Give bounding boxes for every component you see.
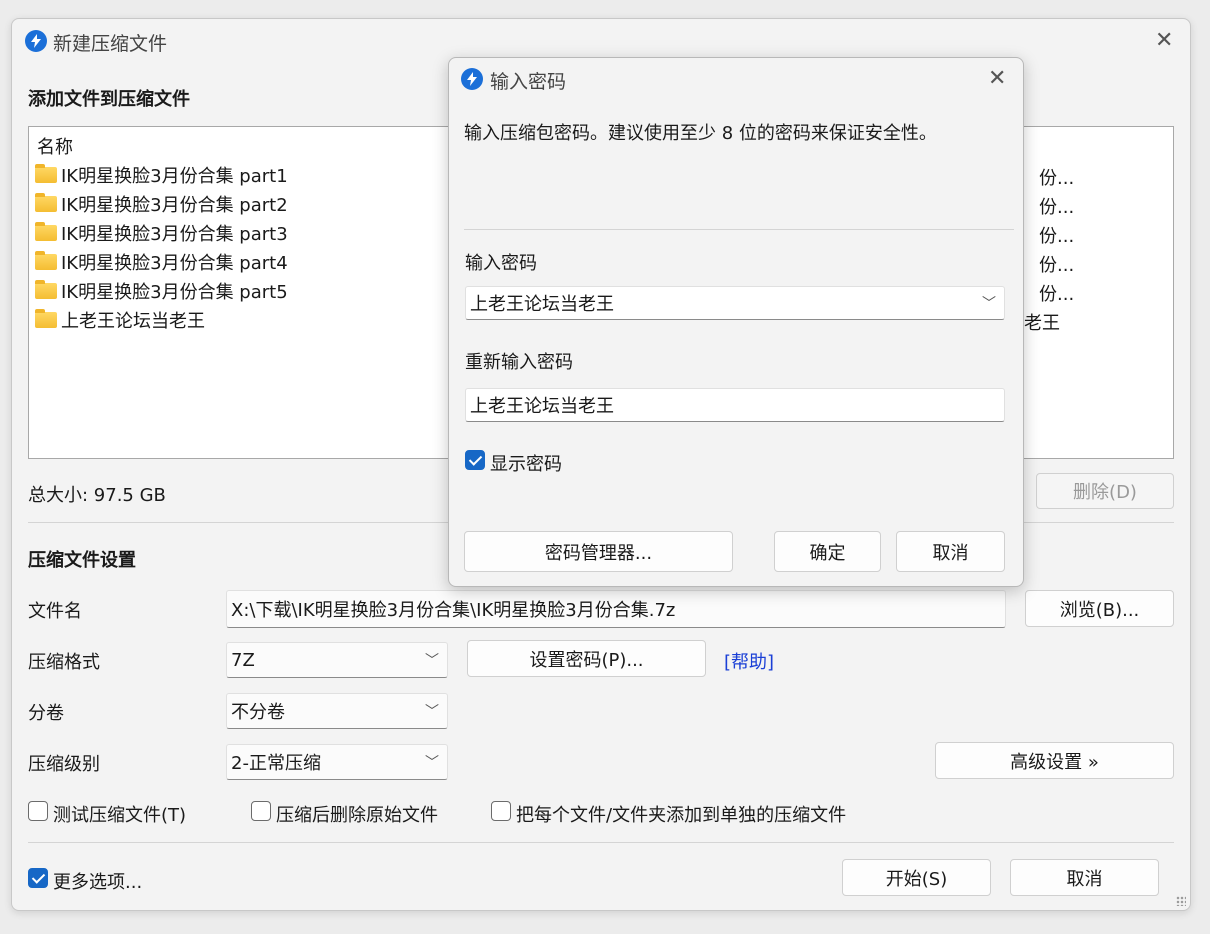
folder-icon: [35, 222, 57, 241]
file-name: IK明星换脸3月份合集 part5: [61, 282, 288, 303]
close-icon[interactable]: ✕: [988, 68, 1006, 90]
app-icon: [25, 30, 47, 52]
password-manager-button[interactable]: 密码管理器...: [464, 531, 733, 572]
filename-label: 文件名: [28, 601, 82, 622]
add-files-heading: 添加文件到压缩文件: [28, 89, 190, 110]
close-icon[interactable]: ✕: [1155, 30, 1173, 52]
test-archive-checkbox[interactable]: [28, 801, 48, 821]
file-name: IK明星换脸3月份合集 part3: [61, 224, 288, 245]
filename-value: X:\下载\IK明星换脸3月份合集\IK明星换脸3月份合集.7z: [231, 600, 676, 621]
volume-select[interactable]: 不分卷 ﹀: [226, 693, 448, 729]
password-label: 输入密码: [465, 253, 537, 274]
reenter-password-label: 重新输入密码: [465, 352, 573, 373]
file-name: IK明星换脸3月份合集 part2: [61, 195, 288, 216]
chevron-down-icon: ﹀: [425, 653, 439, 669]
list-item[interactable]: IK明星换脸3月份合集 part3: [35, 219, 288, 247]
clipped-column-text: 份...: [1039, 197, 1075, 218]
list-item[interactable]: IK明星换脸3月份合集 part5: [35, 277, 288, 305]
settings-heading: 压缩文件设置: [28, 550, 136, 571]
password-field[interactable]: 上老王论坛当老王 ﹀: [465, 286, 1005, 320]
list-item[interactable]: IK明星换脸3月份合集 part2: [35, 190, 288, 218]
password-value: 上老王论坛当老王: [470, 294, 614, 315]
set-password-button[interactable]: 设置密码(P)...: [467, 640, 706, 677]
folder-icon: [35, 164, 57, 183]
cancel-button[interactable]: 取消: [1010, 859, 1159, 896]
clipped-column-text: 份...: [1039, 255, 1075, 276]
show-password-label[interactable]: 显示密码: [490, 450, 562, 476]
folder-icon: [35, 251, 57, 270]
folder-icon: [35, 193, 57, 212]
chevron-down-icon: ﹀: [425, 704, 439, 720]
format-select[interactable]: 7Z ﹀: [226, 642, 448, 678]
clipped-column-text: 份...: [1039, 168, 1075, 189]
more-options-label[interactable]: 更多选项...: [53, 868, 142, 894]
clipped-column-text: 老王: [1024, 313, 1060, 334]
list-item[interactable]: IK明星换脸3月份合集 part4: [35, 248, 288, 276]
file-name: 上老王论坛当老王: [61, 311, 205, 332]
dialog-description: 输入压缩包密码。建议使用至少 8 位的密码来保证安全性。: [464, 123, 937, 144]
help-link[interactable]: [帮助]: [724, 648, 774, 674]
folder-icon: [35, 280, 57, 299]
delete-after-checkbox[interactable]: [251, 801, 271, 821]
column-header-name[interactable]: 名称: [37, 133, 73, 159]
chevron-down-icon: ﹀: [425, 755, 439, 771]
separate-archives-checkbox[interactable]: [491, 801, 511, 821]
start-button[interactable]: 开始(S): [842, 859, 991, 896]
clipped-column-text: 份...: [1039, 284, 1075, 305]
level-label: 压缩级别: [28, 754, 100, 775]
divider: [464, 229, 1014, 230]
format-value: 7Z: [231, 649, 255, 671]
level-select[interactable]: 2-正常压缩 ﹀: [226, 744, 448, 780]
dialog-cancel-button[interactable]: 取消: [896, 531, 1005, 572]
level-value: 2-正常压缩: [231, 753, 321, 774]
more-options-checkbox[interactable]: [28, 868, 48, 888]
delete-after-label[interactable]: 压缩后删除原始文件: [276, 801, 438, 827]
volume-label: 分卷: [28, 703, 64, 724]
resize-grip[interactable]: [1176, 896, 1186, 906]
advanced-settings-button[interactable]: 高级设置 »: [935, 742, 1174, 779]
folder-icon: [35, 309, 57, 328]
list-item[interactable]: 上老王论坛当老王: [35, 306, 205, 334]
clipped-column-text: 份...: [1039, 226, 1075, 247]
filename-field[interactable]: X:\下载\IK明星换脸3月份合集\IK明星换脸3月份合集.7z: [226, 590, 1006, 628]
separate-archives-label[interactable]: 把每个文件/文件夹添加到单独的压缩文件: [516, 801, 846, 827]
browse-button[interactable]: 浏览(B)...: [1025, 590, 1174, 627]
file-name: IK明星换脸3月份合集 part1: [61, 166, 288, 187]
test-archive-label[interactable]: 测试压缩文件(T): [53, 801, 186, 827]
format-label: 压缩格式: [28, 652, 100, 673]
total-size: 总大小: 97.5 GB: [28, 485, 166, 506]
list-item[interactable]: IK明星换脸3月份合集 part1: [35, 161, 288, 189]
reenter-password-field[interactable]: 上老王论坛当老王: [465, 388, 1005, 422]
dialog-title: 输入密码: [490, 71, 567, 93]
show-password-checkbox[interactable]: [465, 450, 485, 470]
divider: [28, 842, 1174, 843]
ok-button[interactable]: 确定: [774, 531, 881, 572]
window-title: 新建压缩文件: [53, 33, 168, 55]
app-icon: [461, 68, 483, 90]
delete-button[interactable]: 删除(D): [1036, 473, 1174, 509]
volume-value: 不分卷: [231, 702, 285, 723]
reenter-password-value: 上老王论坛当老王: [470, 396, 614, 417]
chevron-down-icon[interactable]: ﹀: [982, 293, 996, 313]
file-name: IK明星换脸3月份合集 part4: [61, 253, 288, 274]
password-dialog: 输入密码 ✕ 输入压缩包密码。建议使用至少 8 位的密码来保证安全性。 输入密码…: [448, 57, 1024, 587]
